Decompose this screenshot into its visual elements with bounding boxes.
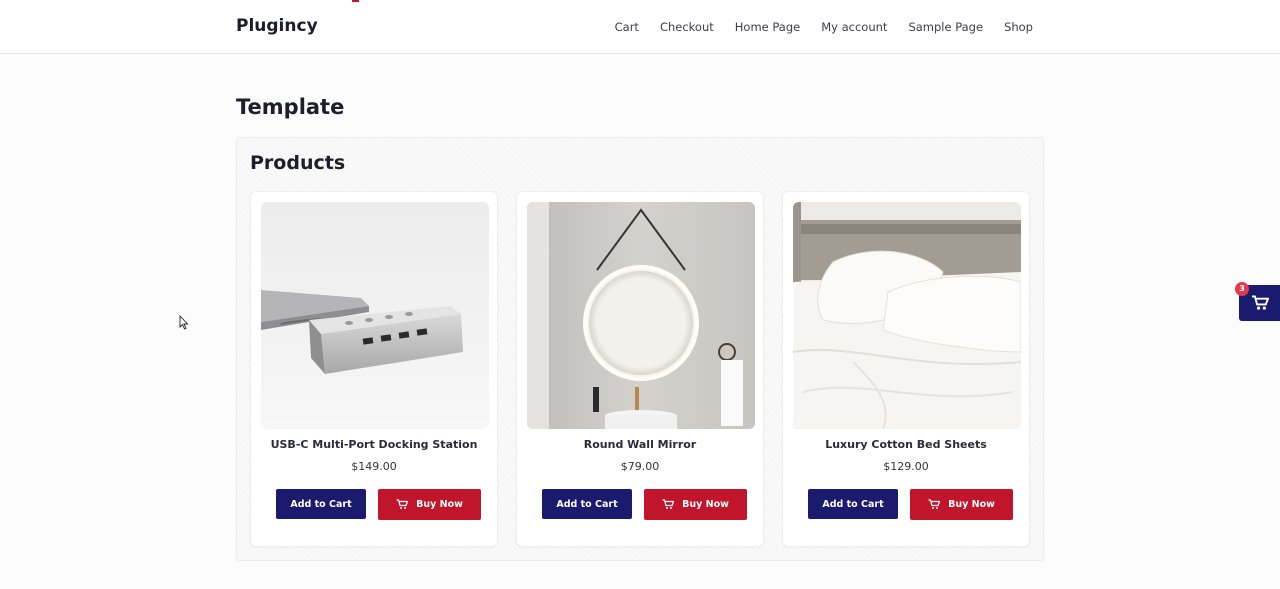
cart-icon [928, 499, 941, 509]
buy-now-button[interactable]: Buy Now [910, 489, 1013, 520]
main-nav: Cart Checkout Home Page My account Sampl… [615, 20, 1033, 34]
add-to-cart-button[interactable]: Add to Cart [542, 489, 632, 519]
product-image-docking-station[interactable] [261, 202, 489, 429]
products-panel: Products USB-C Multi-Port Docking Statio… [236, 137, 1044, 561]
product-image-wall-mirror[interactable] [527, 202, 755, 429]
mouse-pointer-icon [179, 315, 189, 330]
product-price: $129.00 [883, 460, 929, 473]
accent-mark [352, 0, 359, 2]
buy-now-label: Buy Now [416, 499, 463, 510]
nav-my-account[interactable]: My account [821, 20, 887, 34]
product-name[interactable]: Round Wall Mirror [517, 438, 763, 451]
product-name[interactable]: USB-C Multi-Port Docking Station [251, 438, 497, 451]
buy-now-label: Buy Now [682, 499, 729, 510]
cart-icon [662, 499, 675, 509]
cart-icon [1251, 295, 1269, 310]
product-card: Round Wall Mirror $79.00 Add to Cart Buy… [516, 191, 764, 547]
site-header: Plugincy Cart Checkout Home Page My acco… [0, 0, 1280, 54]
page-title: Template [236, 95, 345, 119]
nav-sample-page[interactable]: Sample Page [908, 20, 983, 34]
docking-station-image [261, 202, 489, 429]
product-image-bed-sheets[interactable] [793, 202, 1021, 429]
cart-icon [396, 499, 409, 509]
add-to-cart-button[interactable]: Add to Cart [808, 489, 898, 519]
buy-now-button[interactable]: Buy Now [644, 489, 747, 520]
bed-sheets-image [793, 202, 1021, 429]
products-heading: Products [250, 152, 346, 174]
nav-cart[interactable]: Cart [615, 20, 639, 34]
site-brand[interactable]: Plugincy [236, 16, 318, 36]
product-name[interactable]: Luxury Cotton Bed Sheets [783, 438, 1029, 451]
wall-mirror-image [527, 202, 755, 429]
product-price: $149.00 [351, 460, 397, 473]
buy-now-label: Buy Now [948, 499, 995, 510]
product-price: $79.00 [620, 460, 660, 473]
buy-now-button[interactable]: Buy Now [378, 489, 481, 520]
nav-checkout[interactable]: Checkout [660, 20, 714, 34]
product-card: USB-C Multi-Port Docking Station $149.00… [250, 191, 498, 547]
add-to-cart-button[interactable]: Add to Cart [276, 489, 366, 519]
nav-shop[interactable]: Shop [1004, 20, 1033, 34]
nav-home-page[interactable]: Home Page [735, 20, 800, 34]
cart-count-badge: 3 [1235, 282, 1249, 296]
product-card: Luxury Cotton Bed Sheets $129.00 Add to … [782, 191, 1030, 547]
